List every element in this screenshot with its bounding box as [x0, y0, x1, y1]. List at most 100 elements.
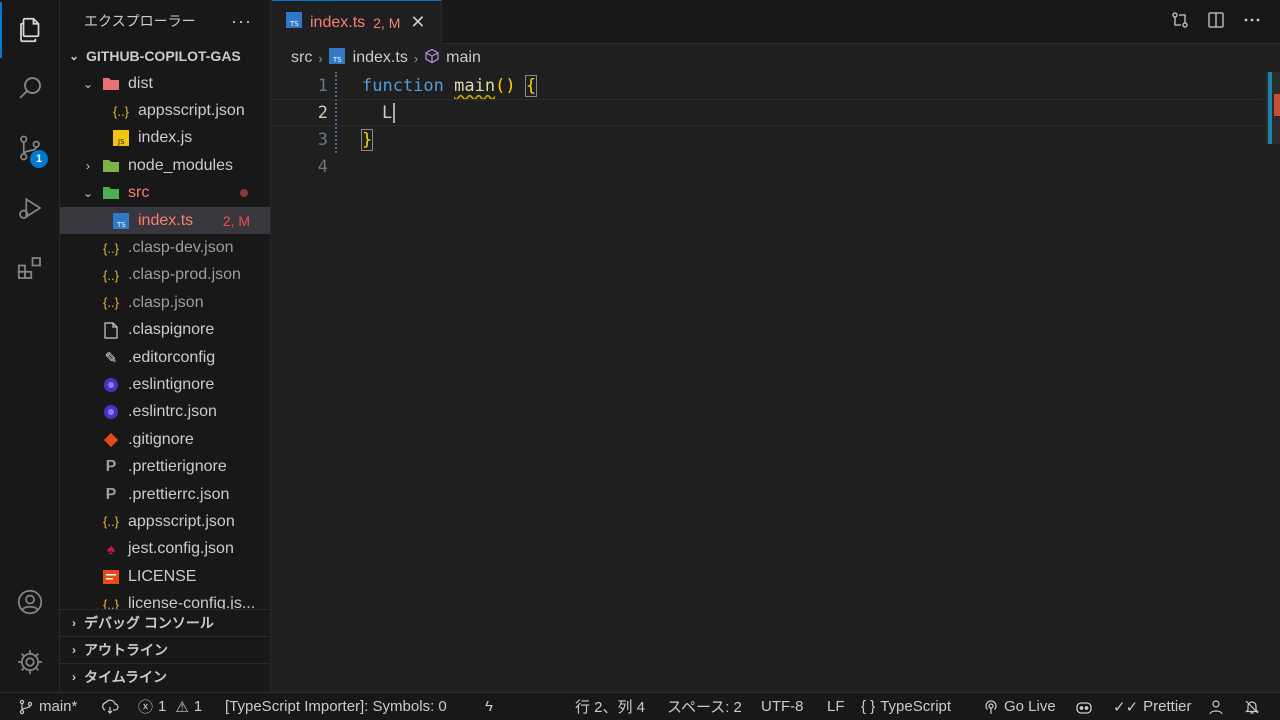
tree-item-prettierignore[interactable]: P .prettierignore [60, 453, 270, 480]
svg-text:TS: TS [332, 56, 342, 64]
indentation[interactable]: スペース: 2 [667, 696, 742, 717]
javascript-icon: JS [112, 129, 130, 147]
typed-text: L [382, 102, 393, 123]
workspace-folder[interactable]: ⌄ GITHUB-COPILOT-GAS [60, 42, 270, 70]
explorer-sidebar: エクスプローラー ··· ⌄ GITHUB-COPILOT-GAS ⌄ dist… [60, 0, 271, 692]
tree-item-label: .gitignore [128, 430, 194, 448]
tree-item-label: LICENSE [128, 567, 197, 585]
tree-item-label: .eslintrc.json [128, 403, 217, 421]
problems-status[interactable]: ⓧ 1 ⚠ 1 [138, 696, 202, 717]
sidebar-title: エクスプローラー [84, 13, 196, 29]
tree-item-label: .editorconfig [128, 348, 216, 366]
breadcrumb-symbol[interactable]: main [446, 49, 481, 67]
notifications-bell-icon[interactable] [1244, 699, 1260, 715]
eslint-icon [102, 403, 120, 421]
cursor-position[interactable]: 行 2、列 4 [575, 696, 645, 717]
tree-item-license-config[interactable]: {..} license-config.js... [60, 590, 270, 610]
workspace-folder-label: GITHUB-COPILOT-GAS [86, 48, 241, 64]
chevron-down-icon: ⌄ [68, 49, 80, 63]
section-timeline[interactable]: › タイムライン [60, 663, 270, 690]
extensions-icon[interactable] [0, 240, 60, 296]
settings-gear-icon[interactable] [0, 634, 60, 690]
folder-src-icon [102, 184, 120, 202]
overview-ruler[interactable] [1266, 72, 1280, 144]
tree-item-label: .claspignore [128, 321, 215, 339]
svg-text:JS: JS [117, 138, 125, 146]
chevron-right-icon: › [72, 643, 76, 657]
code-line-4[interactable]: 4 [272, 153, 1262, 180]
section-label: タイムライン [84, 669, 168, 685]
tree-item-jest-config[interactable]: ♠ jest.config.json [60, 536, 270, 563]
breadcrumb-file[interactable]: index.ts [353, 49, 408, 67]
more-actions-icon[interactable]: ··· [231, 11, 252, 32]
tree-item-clasp-dev[interactable]: {..} .clasp-dev.json [60, 234, 270, 261]
section-debug-console[interactable]: › デバッグ コンソール [60, 609, 270, 636]
tree-item-src[interactable]: ⌄ src [60, 180, 270, 207]
chevron-right-icon: › [413, 50, 419, 66]
go-live-button[interactable]: Go Live [983, 698, 1056, 715]
section-outline[interactable]: › アウトライン [60, 636, 270, 663]
tree-item-license[interactable]: LICENSE [60, 563, 270, 590]
sync-icon[interactable] [101, 699, 119, 715]
tree-item-label: index.js [138, 129, 193, 147]
svg-text:TS: TS [116, 221, 126, 229]
tree-item-prettierrc[interactable]: P .prettierrc.json [60, 481, 270, 508]
chevron-down-icon: ⌄ [82, 76, 94, 91]
tree-item-clasp-prod[interactable]: {..} .clasp-prod.json [60, 262, 270, 289]
prettier-label: Prettier [1143, 698, 1192, 715]
more-actions-icon[interactable] [1242, 10, 1262, 35]
breadcrumb-folder[interactable]: src [291, 49, 312, 67]
code-line-1[interactable]: 1 function main() { [272, 72, 1262, 99]
run-debug-icon[interactable] [0, 180, 60, 236]
branch-status[interactable]: main* [18, 698, 77, 715]
code-editor[interactable]: 1 function main() { 2 L 3 } 4 [272, 72, 1280, 692]
code-line-3[interactable]: 3 } [272, 126, 1262, 153]
tree-item-node-modules[interactable]: › node_modules [60, 152, 270, 179]
tree-item-dist-index-js[interactable]: JS index.js [60, 125, 270, 152]
typescript-icon: TS [328, 47, 345, 69]
tree-item-label: node_modules [128, 156, 233, 174]
split-editor-icon[interactable] [1206, 10, 1226, 35]
line-number: 3 [317, 129, 328, 150]
search-icon[interactable] [0, 60, 60, 116]
tree-item-label: .eslintignore [128, 375, 215, 393]
tree-item-dist-appsscript[interactable]: {..} appsscript.json [60, 97, 270, 124]
file-icon [102, 321, 120, 339]
line-number: 1 [317, 75, 328, 96]
tree-item-dist[interactable]: ⌄ dist [60, 70, 270, 97]
section-label: アウトライン [84, 642, 168, 658]
tree-item-label: src [128, 184, 150, 202]
code-line-2[interactable]: 2 L [272, 99, 1262, 126]
prettier-status[interactable]: ✓✓ Prettier [1113, 698, 1192, 716]
tree-item-claspignore[interactable]: .claspignore [60, 317, 270, 344]
chevron-right-icon: › [72, 670, 76, 684]
compare-changes-icon[interactable] [1170, 10, 1190, 35]
encoding[interactable]: UTF-8 [761, 698, 804, 715]
tab-index-ts[interactable]: TS index.ts 2, M ✕ [272, 0, 442, 44]
feedback-icon[interactable] [1207, 699, 1225, 715]
copilot-icon[interactable] [1075, 699, 1093, 715]
explorer-icon[interactable] [0, 2, 60, 58]
tree-item-gitignore[interactable]: .gitignore [60, 426, 270, 453]
json-icon: {..} [103, 240, 119, 256]
branch-label: main* [39, 698, 78, 715]
language-mode[interactable]: { } TypeScript [861, 698, 951, 715]
folder-node-icon [102, 157, 120, 175]
tree-item-appsscript[interactable]: {..} appsscript.json [60, 508, 270, 535]
source-control-icon[interactable]: 1 [0, 120, 60, 176]
typescript-icon: TS [112, 212, 130, 230]
accounts-icon[interactable] [0, 574, 60, 630]
close-icon[interactable]: ✕ [410, 12, 425, 33]
lightning-icon[interactable]: ϟ [485, 698, 493, 715]
tree-item-label: .clasp.json [128, 293, 204, 311]
line-endings[interactable]: LF [827, 698, 845, 715]
tree-item-clasp[interactable]: {..} .clasp.json [60, 289, 270, 316]
sidebar-header: エクスプローラー ··· [60, 0, 270, 42]
tree-item-eslintrc[interactable]: .eslintrc.json [60, 399, 270, 426]
ts-importer-status[interactable]: [TypeScript Importer]: Symbols: 0 [225, 698, 447, 715]
tree-item-editorconfig[interactable]: ✎ .editorconfig [60, 344, 270, 371]
tree-item-label: index.ts [138, 211, 194, 229]
tree-item-eslintignore[interactable]: .eslintignore [60, 371, 270, 398]
code-text: } [360, 128, 374, 151]
tree-item-index-ts[interactable]: TS index.ts 2, M [60, 206, 270, 235]
